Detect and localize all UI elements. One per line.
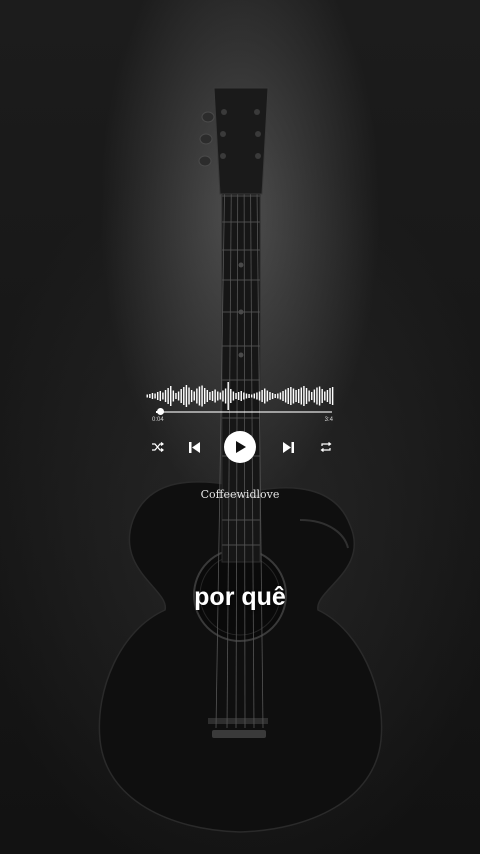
music-player-widget: 0:04 3:4 Coffeewidlove: [140, 375, 340, 515]
waveform-bar: [300, 387, 303, 405]
waveform-bar: [274, 394, 276, 398]
waveform-bar: [261, 390, 263, 402]
waveform-bar: [193, 391, 195, 401]
waveform-bar: [264, 388, 266, 404]
waveform-bar: [250, 394, 253, 398]
audio-waveform: [146, 382, 334, 410]
artist-name[interactable]: Coffeewidlove: [140, 488, 340, 501]
waveform-bar: [331, 387, 334, 405]
waveform-bar: [146, 394, 148, 398]
skip-next-icon: [282, 441, 294, 453]
waveform-bar: [209, 392, 211, 400]
waveform-bar: [297, 389, 300, 403]
waveform-bar: [149, 394, 151, 398]
waveform-bar: [308, 390, 310, 402]
waveform-bar: [240, 391, 242, 401]
waveform-bar: [237, 392, 240, 400]
waveform-bar: [185, 385, 188, 407]
waveform-bar: [248, 394, 250, 398]
waveform-bar: [151, 393, 154, 399]
repeat-icon: [320, 442, 332, 452]
waveform-bar: [170, 386, 172, 406]
waveform-bar: [295, 390, 297, 402]
waveform-bar: [219, 392, 222, 400]
waveform-bar: [224, 388, 227, 404]
waveform-bar: [235, 393, 237, 399]
waveform-bar: [256, 392, 258, 400]
next-button[interactable]: [280, 439, 296, 455]
waveform-bar: [175, 393, 177, 399]
waveform-bar: [154, 393, 156, 399]
waveform-bar: [159, 391, 162, 401]
waveform-bar: [172, 390, 175, 402]
waveform-bar: [282, 391, 284, 401]
waveform-bar: [290, 387, 292, 405]
lyric-caption: por quê: [194, 583, 286, 611]
repeat-button[interactable]: [318, 440, 334, 454]
playback-controls: [140, 430, 340, 464]
waveform-bar: [326, 390, 329, 402]
waveform-bar: [196, 388, 198, 404]
waveform-bar: [292, 388, 295, 404]
waveform-bar: [279, 392, 282, 400]
waveform-bar: [284, 389, 287, 403]
waveform-bar: [305, 388, 308, 404]
waveform-bar: [243, 392, 245, 400]
waveform-bar: [206, 390, 209, 402]
waveform-bar: [230, 389, 232, 403]
waveform-bar: [203, 388, 206, 404]
waveform-bar: [183, 387, 185, 405]
waveform-bar: [201, 385, 203, 407]
waveform-bar: [217, 391, 219, 401]
waveform-bar: [271, 393, 274, 399]
waveform-bar: [324, 391, 326, 401]
waveform-bar: [164, 390, 167, 402]
waveform-bar: [316, 387, 318, 405]
waveform-bar: [188, 387, 190, 405]
progress-knob[interactable]: [156, 408, 164, 415]
waveform-bar: [180, 389, 182, 403]
waveform-bar: [277, 393, 279, 399]
skip-previous-icon: [188, 441, 200, 453]
shuffle-icon: [152, 442, 164, 452]
waveform-bar: [162, 392, 164, 400]
waveform-bar: [211, 391, 214, 401]
waveform-bar: [214, 389, 216, 403]
waveform-bar: [190, 390, 193, 402]
previous-button[interactable]: [186, 439, 202, 455]
waveform-bar: [245, 393, 248, 399]
time-elapsed: 0:04: [152, 417, 164, 423]
time-total: 3:4: [324, 417, 333, 423]
waveform-bar: [258, 391, 261, 401]
waveform-bar: [321, 389, 323, 403]
waveform-bar: [266, 390, 269, 402]
waveform-bar: [303, 386, 305, 406]
waveform-bar: [311, 392, 313, 400]
waveform-bar: [232, 391, 235, 401]
play-button[interactable]: [224, 431, 256, 463]
waveform-bar: [253, 393, 256, 399]
waveform-bar: [287, 388, 289, 404]
waveform-bar: [318, 386, 321, 406]
waveform-bar: [269, 392, 271, 400]
waveform-bar: [329, 388, 331, 404]
waveform-bar: [167, 388, 169, 404]
waveform-bar: [227, 382, 229, 410]
progress-slider[interactable]: [156, 408, 332, 415]
waveform-bar: [222, 390, 224, 402]
waveform-bar: [156, 392, 159, 400]
shuffle-button[interactable]: [150, 440, 166, 454]
play-icon: [236, 441, 246, 453]
waveform-bar: [198, 386, 201, 406]
waveform-bar: [177, 391, 180, 401]
waveform-bar: [313, 389, 316, 403]
